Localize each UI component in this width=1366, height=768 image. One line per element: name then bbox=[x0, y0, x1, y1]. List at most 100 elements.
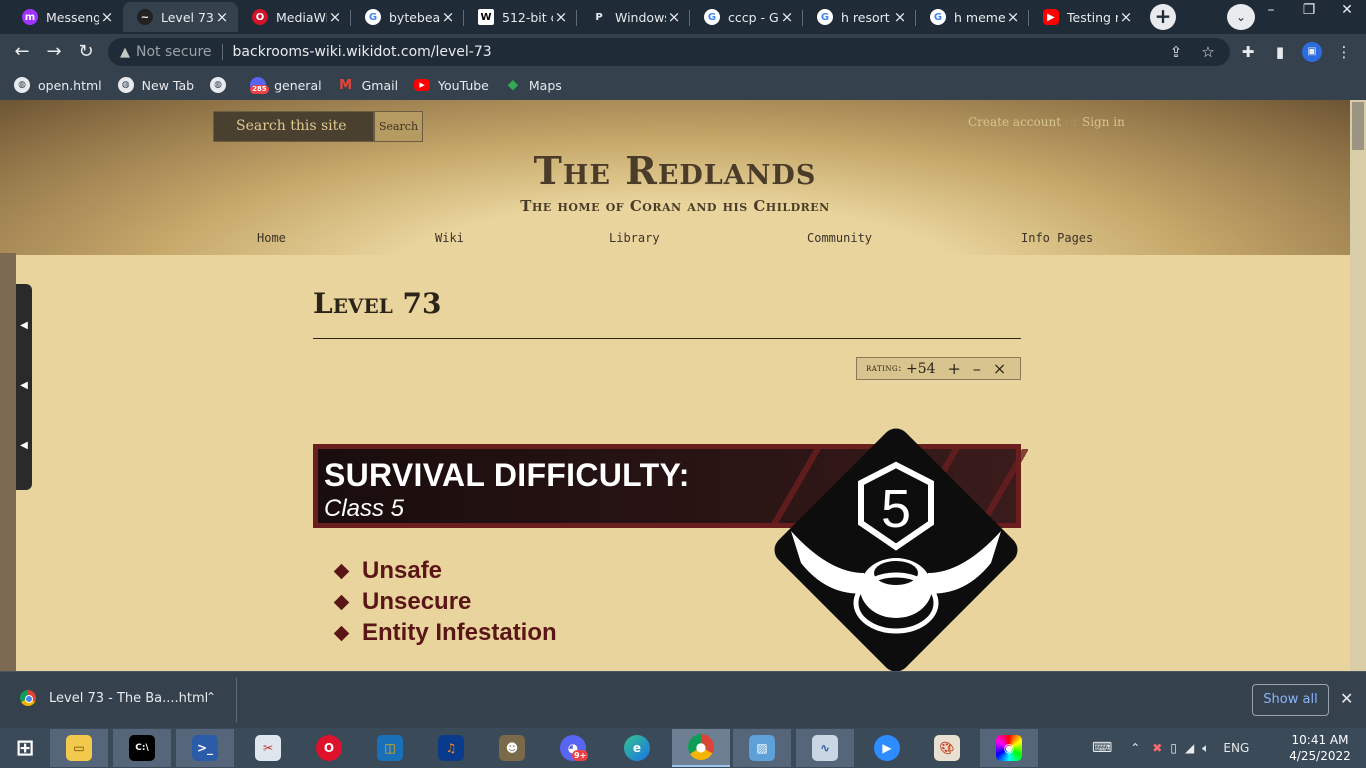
site-search-button[interactable]: Search bbox=[374, 111, 423, 142]
taskbar-edge[interactable]: e bbox=[608, 729, 666, 767]
close-icon[interactable]: × bbox=[1118, 8, 1134, 26]
taskbar-gimp[interactable]: ☻ bbox=[483, 729, 541, 767]
close-icon[interactable]: × bbox=[99, 8, 115, 26]
taskbar-audacity[interactable]: ♫ bbox=[422, 729, 480, 767]
nav-info-pages[interactable]: Info Pages bbox=[1021, 231, 1093, 245]
tab-level-73[interactable]: ~ Level 73 × bbox=[123, 2, 238, 32]
nav-library[interactable]: Library bbox=[609, 231, 660, 245]
tab-mediawiki[interactable]: O MediaWi × bbox=[238, 2, 351, 32]
google-icon: G bbox=[817, 9, 833, 25]
forward-arrow-icon[interactable]: → bbox=[42, 40, 66, 64]
tab-messenger[interactable]: m Messeng × bbox=[8, 2, 123, 32]
rate-up-button[interactable]: + bbox=[948, 360, 961, 377]
tab-h-resort[interactable]: G h resort b × bbox=[803, 2, 916, 32]
close-icon[interactable]: × bbox=[892, 8, 908, 26]
close-window-icon[interactable]: ✕ bbox=[1328, 0, 1366, 30]
tab-bytebeat[interactable]: G bytebeat × bbox=[351, 2, 464, 32]
create-account-link[interactable]: Create account bbox=[968, 115, 1061, 129]
profile-avatar-icon[interactable]: ▣ bbox=[1302, 42, 1322, 62]
close-icon[interactable]: ✕ bbox=[1340, 689, 1353, 708]
nav-home[interactable]: Home bbox=[257, 231, 286, 245]
rate-cancel-button[interactable]: × bbox=[993, 360, 1006, 377]
close-icon[interactable]: × bbox=[779, 8, 795, 26]
taskbar-zoom[interactable]: ▶ bbox=[858, 729, 916, 767]
tab-h-memes[interactable]: G h memes × bbox=[916, 2, 1029, 32]
show-all-button[interactable]: Show all bbox=[1252, 684, 1329, 716]
taskbar-color-app[interactable]: ◉ bbox=[980, 729, 1038, 767]
download-filename[interactable]: Level 73 - The Ba....html bbox=[49, 691, 208, 706]
task-manager-icon: ∿ bbox=[812, 735, 838, 761]
taskbar-file-explorer[interactable]: ▭ bbox=[50, 729, 108, 767]
scrollbar-thumb[interactable] bbox=[1352, 102, 1364, 150]
tab-windows[interactable]: P Windows × bbox=[577, 2, 690, 32]
chevron-up-icon[interactable]: ⌃ bbox=[1130, 741, 1140, 755]
bookmark-open-html[interactable]: ◍ open.html bbox=[14, 77, 102, 93]
url-text[interactable]: backrooms-wiki.wikidot.com/level-73 bbox=[233, 44, 492, 60]
address-bar[interactable]: ▲ Not secure backrooms-wiki.wikidot.com/… bbox=[108, 38, 1230, 66]
system-clock[interactable]: 10:41 AM 4/25/2022 bbox=[1288, 732, 1352, 764]
page-scrollbar[interactable] bbox=[1350, 100, 1366, 671]
globe-icon: ◍ bbox=[14, 77, 30, 93]
download-item[interactable]: Level 73 - The Ba....html bbox=[20, 690, 208, 706]
back-arrow-icon[interactable]: ← bbox=[10, 40, 34, 64]
nav-wiki[interactable]: Wiki bbox=[435, 231, 464, 245]
tab-512-bit[interactable]: W 512-bit c × bbox=[464, 2, 577, 32]
sign-in-link[interactable]: Sign in bbox=[1082, 115, 1125, 129]
taskbar-discord[interactable]: ◕ 9+ bbox=[544, 729, 602, 767]
start-button[interactable]: ⊞ bbox=[0, 729, 50, 767]
side-menu-tab[interactable]: ◀ ◀ ◀ bbox=[16, 284, 32, 490]
taskbar-paint[interactable]: 🎨︎ bbox=[918, 729, 976, 767]
maximize-icon[interactable]: ❐ bbox=[1290, 0, 1328, 30]
close-icon[interactable]: × bbox=[440, 8, 456, 26]
new-tab-button[interactable]: + bbox=[1150, 4, 1176, 30]
close-icon[interactable]: × bbox=[666, 8, 682, 26]
site-search-input[interactable]: Search this site bbox=[213, 111, 374, 142]
keyboard-icon[interactable]: ⌨ bbox=[1092, 740, 1112, 756]
close-icon[interactable]: × bbox=[327, 8, 343, 26]
network-warning-icon[interactable]: ✖ bbox=[1152, 741, 1162, 755]
taskbar-command-prompt[interactable]: C:\ bbox=[113, 729, 171, 767]
bookmark-new-tab[interactable]: ◍ New Tab bbox=[117, 77, 194, 93]
language-indicator[interactable]: ENG bbox=[1223, 741, 1249, 755]
menu-kebab-icon[interactable]: ⋮ bbox=[1334, 42, 1354, 62]
bookmark-globe[interactable]: ◍ bbox=[210, 77, 234, 93]
tab-cccp[interactable]: G cccp - Go × bbox=[690, 2, 803, 32]
chevron-up-icon[interactable]: ⌃ bbox=[206, 690, 216, 704]
site-title[interactable]: The Redlands bbox=[0, 148, 1350, 193]
taskbar-task-manager[interactable]: ∿ bbox=[796, 729, 854, 767]
bookmark-youtube[interactable]: ▶ YouTube bbox=[414, 78, 489, 93]
rate-down-button[interactable]: – bbox=[973, 360, 981, 377]
arrow-left-icon[interactable]: ◀ bbox=[19, 320, 29, 331]
side-panel-icon[interactable]: ▮ bbox=[1270, 42, 1290, 62]
taskbar-chrome[interactable]: ● bbox=[672, 729, 730, 767]
download-shelf: Level 73 - The Ba....html ⌃ Show all ✕ bbox=[0, 671, 1366, 728]
bookmark-general[interactable]: 285 general bbox=[250, 77, 322, 94]
share-icon[interactable]: ⇪ bbox=[1166, 42, 1186, 62]
close-icon[interactable]: × bbox=[214, 8, 230, 26]
security-label[interactable]: Not secure bbox=[136, 44, 212, 60]
bookmark-maps[interactable]: ⬥ Maps bbox=[505, 77, 562, 93]
bookmark-star-icon[interactable]: ☆ bbox=[1198, 42, 1218, 62]
reload-icon[interactable]: ↻ bbox=[74, 40, 98, 64]
tab-testing[interactable]: ▶ Testing m × bbox=[1029, 2, 1142, 32]
extensions-icon[interactable]: ✚ bbox=[1238, 42, 1258, 62]
battery-icon[interactable]: ▯ bbox=[1170, 741, 1177, 755]
arrow-left-icon[interactable]: ◀ bbox=[19, 380, 29, 391]
minimize-icon[interactable]: – bbox=[1252, 0, 1290, 30]
warning-icon[interactable]: ▲ bbox=[120, 45, 130, 60]
wifi-signal-icon[interactable]: ◢ bbox=[1185, 741, 1194, 755]
taskbar-virtualbox[interactable]: ◫ bbox=[361, 729, 419, 767]
taskbar-snipping-tool[interactable]: ✂ bbox=[239, 729, 297, 767]
nav-community[interactable]: Community bbox=[807, 231, 872, 245]
taskbar-photos[interactable]: ▨ bbox=[733, 729, 791, 767]
scissors-icon: ✂ bbox=[255, 735, 281, 761]
arrow-left-icon[interactable]: ◀ bbox=[19, 440, 29, 451]
taskbar-powershell[interactable]: >_ bbox=[176, 729, 234, 767]
bookmark-gmail[interactable]: M Gmail bbox=[338, 77, 398, 93]
close-icon[interactable]: × bbox=[1005, 8, 1021, 26]
close-icon[interactable]: × bbox=[553, 8, 569, 26]
taskbar-opera[interactable]: O bbox=[300, 729, 358, 767]
tab-search-icon[interactable]: ⌄ bbox=[1227, 4, 1255, 30]
volume-icon[interactable]: 🔈︎ bbox=[1202, 741, 1209, 756]
tag-label: Unsafe bbox=[362, 557, 443, 584]
